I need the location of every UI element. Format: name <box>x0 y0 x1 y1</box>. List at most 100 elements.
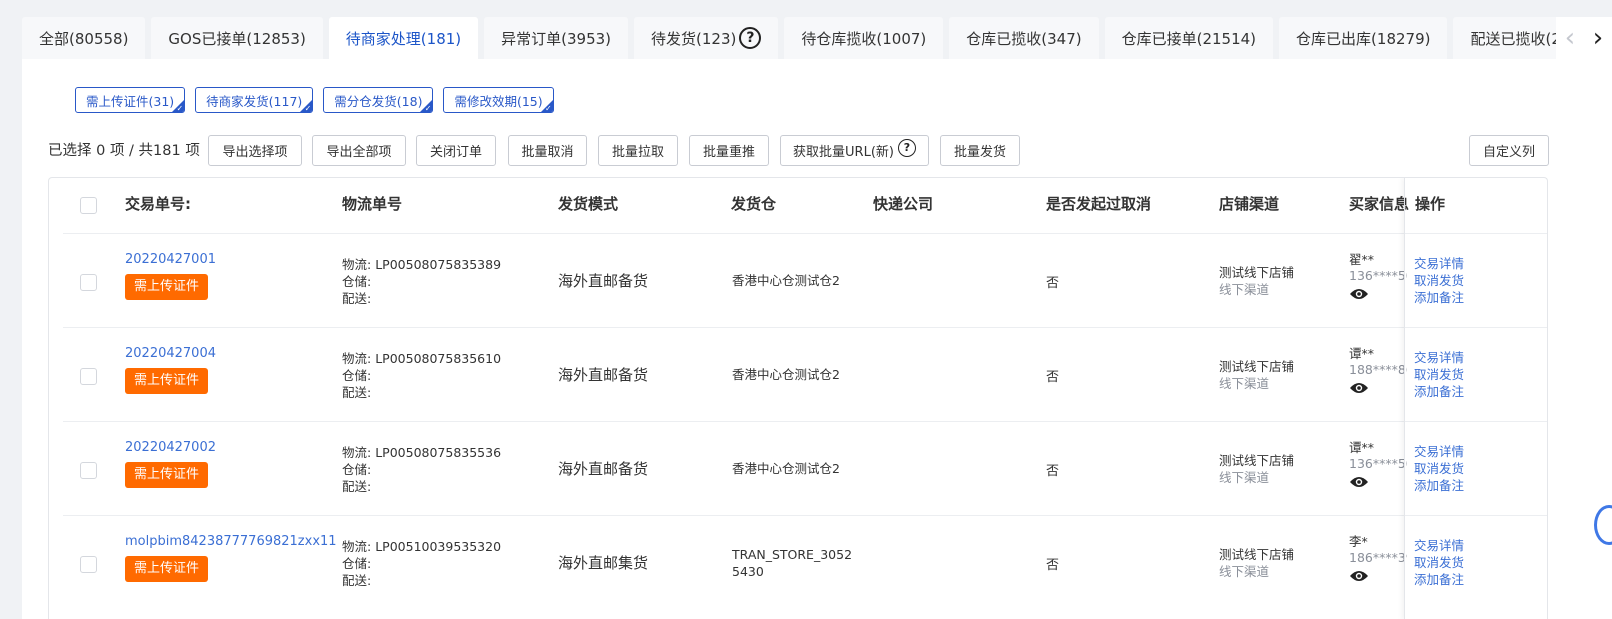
row-actions: 交易详情 取消发货 添加备注 <box>1414 349 1464 400</box>
col-actions: 操作 <box>1415 195 1446 213</box>
batch-ship-button[interactable]: 批量发货 <box>940 135 1020 166</box>
custom-columns-button[interactable]: 自定义列 <box>1469 135 1549 166</box>
eye-icon[interactable] <box>1349 475 1369 493</box>
tab-all[interactable]: 全部(80558) <box>22 17 146 59</box>
sub-tag-upload-docs[interactable]: 需上传证件(31) ✓ <box>75 87 186 113</box>
export-all-button[interactable]: 导出全部项 <box>312 135 406 166</box>
buyer-info: 翟** 136****50 <box>1349 252 1407 305</box>
badge-label: 需上传证件 <box>125 368 209 394</box>
buyer-info: 谭** 136****50 <box>1349 440 1407 493</box>
sub-tag-modify-expiry[interactable]: 需修改效期(15) ✓ <box>443 87 554 113</box>
store-info: 测试线下店铺 线下渠道 <box>1219 358 1294 392</box>
table-row: 20220427001 需上传证件 物流: LP00508075835389 仓… <box>63 233 1547 327</box>
batch-pull-button[interactable]: 批量拉取 <box>598 135 678 166</box>
row-checkbox[interactable] <box>80 462 97 479</box>
sub-tag-split-ship[interactable]: 需分仓发货(18) ✓ <box>323 87 434 113</box>
sub-tag-label: 需修改效期(15) <box>454 93 543 109</box>
tab-label: 异常订单(3953) <box>501 29 612 48</box>
add-note-link[interactable]: 添加备注 <box>1414 289 1464 306</box>
cancel-shipment-link[interactable]: 取消发货 <box>1414 272 1464 289</box>
channel-name: 线下渠道 <box>1219 470 1270 485</box>
export-selected-button[interactable]: 导出选择项 <box>208 135 302 166</box>
buyer-name: 翟** <box>1349 252 1375 267</box>
question-circle-icon[interactable]: ? <box>897 138 916 157</box>
order-id-link[interactable]: 20220427002 <box>125 440 216 455</box>
store-info: 测试线下店铺 线下渠道 <box>1219 264 1294 298</box>
order-id-link[interactable]: molpbim84238777769821zxx11 <box>125 534 337 549</box>
tab-gos-accepted[interactable]: GOS已接单(12853) <box>151 17 323 59</box>
badge-label: 需上传证件 <box>125 556 209 582</box>
add-note-link[interactable]: 添加备注 <box>1414 477 1464 494</box>
logistics-no: LP00508075835389 <box>375 257 502 272</box>
trade-detail-link[interactable]: 交易详情 <box>1414 349 1464 366</box>
status-tabs: 全部(80558) GOS已接单(12853) 待商家处理(181) 异常订单(… <box>22 17 1612 59</box>
tab-label: GOS已接单(12853) <box>168 29 306 48</box>
sub-tag-pending-ship[interactable]: 待商家发货(117) ✓ <box>195 87 314 113</box>
tab-exception[interactable]: 异常订单(3953) <box>484 17 629 59</box>
status-badge: 需上传证件 <box>125 274 209 300</box>
logistics-no: LP00508075835610 <box>375 351 502 366</box>
batch-cancel-button[interactable]: 批量取消 <box>508 135 587 166</box>
tab-label: 待仓库揽收(1007) <box>801 29 927 48</box>
cancel-shipment-link[interactable]: 取消发货 <box>1414 366 1464 383</box>
channel-name: 线下渠道 <box>1219 282 1270 297</box>
storage-label: 仓储: <box>342 274 372 289</box>
store-info: 测试线下店铺 线下渠道 <box>1219 546 1294 580</box>
trade-detail-link[interactable]: 交易详情 <box>1414 443 1464 460</box>
logistics-info: 物流: LP00510039535320 仓储: 配送: <box>342 538 501 589</box>
tab-pending-pickup[interactable]: 待仓库揽收(1007) <box>784 17 944 59</box>
channel-name: 线下渠道 <box>1219 376 1270 391</box>
batch-repush-button[interactable]: 批量重推 <box>689 135 769 166</box>
cancel-initiated: 否 <box>1046 464 1060 479</box>
add-note-link[interactable]: 添加备注 <box>1414 383 1464 400</box>
cancel-initiated: 否 <box>1046 276 1060 291</box>
tab-warehouse-outbound[interactable]: 仓库已出库(18279) <box>1279 17 1448 59</box>
storage-label: 仓储: <box>342 368 372 383</box>
add-note-link[interactable]: 添加备注 <box>1414 571 1464 588</box>
row-checkbox[interactable] <box>80 274 97 291</box>
eye-icon[interactable] <box>1349 287 1369 305</box>
logistics-info: 物流: LP00508075835610 仓储: 配送: <box>342 350 501 401</box>
delivery-label: 配送: <box>342 385 372 400</box>
cancel-shipment-link[interactable]: 取消发货 <box>1414 554 1464 571</box>
warehouse-line: TRAN_STORE_3052 <box>732 547 853 562</box>
tab-next-chevron-icon[interactable]: › <box>1584 17 1612 59</box>
buyer-phone: 136****50 <box>1349 268 1407 283</box>
trade-detail-link[interactable]: 交易详情 <box>1414 537 1464 554</box>
trade-detail-link[interactable]: 交易详情 <box>1414 255 1464 272</box>
buyer-phone: 186****39 <box>1349 550 1407 565</box>
ship-mode: 海外直邮备货 <box>558 460 649 478</box>
buyer-phone: 188****86 <box>1349 362 1407 377</box>
logistics-label: 物流: <box>342 539 372 554</box>
order-id-link[interactable]: 20220427004 <box>125 346 216 361</box>
check-icon: ✓ <box>544 104 552 113</box>
store-name: 测试线下店铺 <box>1219 265 1295 280</box>
row-checkbox[interactable] <box>80 556 97 573</box>
check-icon: ✓ <box>176 104 184 113</box>
tab-pending-shipment[interactable]: 待发货(123)? <box>634 17 779 59</box>
buyer-info: 谭** 188****86 <box>1349 346 1407 399</box>
order-id-link[interactable]: 20220427001 <box>125 252 216 267</box>
col-cancel-initiated: 是否发起过取消 <box>1046 195 1152 213</box>
eye-icon[interactable] <box>1349 381 1369 399</box>
select-all-checkbox[interactable] <box>80 197 97 214</box>
cancel-shipment-link[interactable]: 取消发货 <box>1414 460 1464 477</box>
logistics-no: LP00510039535320 <box>375 539 502 554</box>
tab-label: 全部(80558) <box>39 29 129 48</box>
row-checkbox[interactable] <box>80 368 97 385</box>
get-batch-url-button[interactable]: 获取批量URL(新)? <box>780 135 929 166</box>
tab-pending-merchant[interactable]: 待商家处理(181) <box>328 17 479 59</box>
tab-label: 仓库已接单(21514) <box>1121 29 1257 48</box>
buyer-phone: 136****50 <box>1349 456 1407 471</box>
logistics-label: 物流: <box>342 445 372 460</box>
eye-icon[interactable] <box>1349 569 1369 587</box>
tab-warehouse-picked[interactable]: 仓库已揽收(347) <box>949 17 1099 59</box>
selection-count: 已选择 0 项 / 共181 项 <box>48 143 200 159</box>
close-order-button[interactable]: 关闭订单 <box>416 135 496 166</box>
tab-prev-chevron-icon[interactable]: ‹ <box>1556 17 1584 59</box>
tab-warehouse-accepted[interactable]: 仓库已接单(21514) <box>1104 17 1274 59</box>
store-name: 测试线下店铺 <box>1219 453 1295 468</box>
badge-label: 需上传证件 <box>125 462 209 488</box>
toolbar: 已选择 0 项 / 共181 项 导出选择项 导出全部项 关闭订单 批量取消 批… <box>48 135 1603 167</box>
question-circle-icon[interactable]: ? <box>739 27 762 49</box>
